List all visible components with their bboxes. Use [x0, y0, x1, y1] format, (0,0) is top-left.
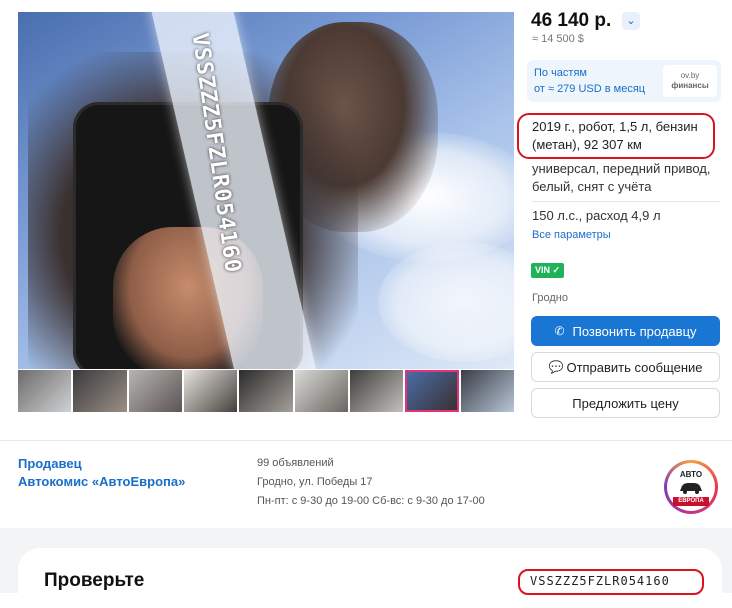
photo-cloud — [378, 242, 514, 362]
seller-logo[interactable]: АВТО ЕВРОПА — [664, 460, 718, 514]
thumbnail[interactable] — [349, 370, 404, 412]
partner-logo-line1: ov.by — [680, 71, 700, 80]
city-label: Гродно — [532, 292, 568, 304]
partner-logo: ov.by финансы — [663, 65, 717, 97]
car-icon — [680, 483, 702, 494]
seller-title[interactable]: Продавец — [18, 456, 82, 471]
thumbnail[interactable] — [18, 370, 72, 412]
thumbnail-active[interactable] — [405, 370, 459, 412]
divider — [532, 201, 720, 202]
seller-ads-count: 99 объявлений — [257, 457, 334, 469]
all-params-link[interactable]: Все параметры — [532, 229, 611, 241]
offer-price-button[interactable]: Предложить цену — [531, 388, 720, 418]
installment-banner[interactable]: По частям от ≈ 279 USD в месяц ov.by фин… — [527, 60, 721, 102]
seller-logo-bottom-text: ЕВРОПА — [673, 497, 709, 506]
offer-price-label: Предложить цену — [572, 395, 679, 411]
seller-logo-top-text: АВТО — [679, 470, 703, 479]
installment-amount: от ≈ 279 USD в месяц — [534, 83, 646, 95]
spec-body: универсал, передний привод, белый, снят … — [532, 161, 711, 194]
highlight-annotation — [518, 569, 704, 595]
thumbnail[interactable] — [73, 370, 127, 412]
divider — [0, 440, 732, 441]
highlight-annotation — [517, 113, 715, 159]
partner-logo-line2: финансы — [671, 81, 709, 90]
spec-engine: 150 л.с., расход 4,9 л — [532, 208, 661, 223]
thumbnail[interactable] — [294, 370, 348, 412]
seller-name[interactable]: Автокомис «АвтоЕвропа» — [18, 474, 185, 489]
thumbnail[interactable] — [460, 370, 514, 412]
thumbnail[interactable] — [183, 370, 238, 412]
chevron-down-icon[interactable]: ⌄ — [622, 12, 640, 30]
send-message-label: Отправить сообщение — [566, 359, 703, 375]
phone-icon: ✆ — [554, 324, 565, 338]
installment-title: По частям — [534, 67, 587, 79]
seller-address: Гродно, ул. Победы 17 — [257, 476, 373, 488]
send-message-button[interactable]: 💬 Отправить сообщение — [531, 352, 720, 382]
thumbnail-strip — [18, 370, 514, 412]
seller-logo-inner: АВТО ЕВРОПА — [667, 463, 715, 511]
price-usd: ≈ 14 500 $ — [532, 33, 584, 45]
price-byn: 46 140 р. — [531, 10, 612, 31]
call-seller-button[interactable]: ✆ Позвонить продавцу — [531, 316, 720, 346]
thumbnail[interactable] — [128, 370, 182, 412]
main-photo[interactable]: VSSZZZ5FZLR054160 — [18, 12, 514, 369]
thumbnail[interactable] — [239, 370, 293, 412]
vin-badge[interactable]: VIN ✓ — [531, 263, 565, 278]
check-title: Проверьте — [44, 570, 145, 591]
call-seller-label: Позвонить продавцу — [572, 323, 697, 339]
chat-icon: 💬 — [548, 360, 564, 374]
seller-hours: Пн-пт: с 9-30 до 19-00 Сб-вс: с 9-30 до … — [257, 495, 485, 507]
